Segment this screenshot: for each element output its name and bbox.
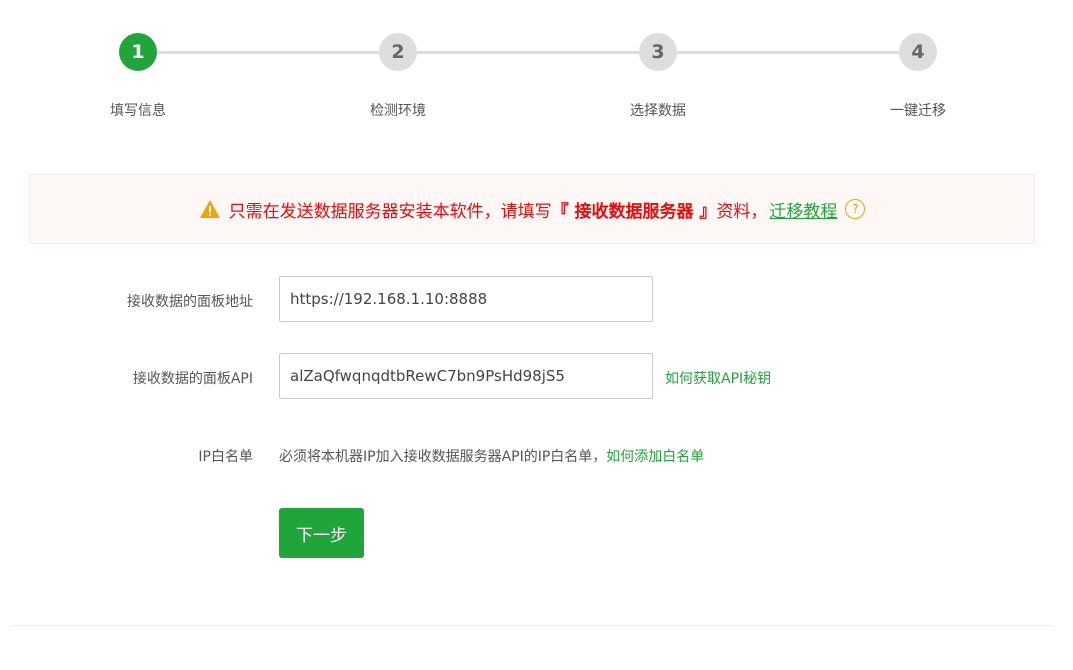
step-4-label: 一键迁移 — [890, 103, 946, 119]
migration-steps: 1 2 3 4 填写信息 检测环境 选择数据 一键迁移 — [0, 0, 1073, 130]
ip-whitelist-label: IP白名单 — [198, 449, 253, 465]
warning-triangle-icon — [199, 199, 221, 219]
step-4-indicator: 4 — [899, 33, 937, 71]
next-step-button[interactable]: 下一步 — [279, 508, 364, 558]
panel-url-label: 接收数据的面板地址 — [127, 294, 253, 310]
step-1-indicator: 1 — [119, 33, 157, 71]
warning-banner: 只需在发送数据服务器安装本软件，请填写 『 接收数据服务器 』 资料， 迁移教程… — [29, 174, 1035, 244]
step-connector — [677, 51, 899, 54]
panel-api-label: 接收数据的面板API — [132, 371, 253, 387]
step-2-label: 检测环境 — [370, 103, 426, 119]
banner-highlight: 『 接收数据服务器 』 — [551, 201, 717, 222]
add-whitelist-link[interactable]: 如何添加白名单 — [606, 449, 704, 465]
step-3-label: 选择数据 — [630, 103, 686, 119]
step-3-indicator: 3 — [639, 33, 677, 71]
step-connector — [417, 51, 639, 54]
banner-text-after: 资料， — [716, 201, 768, 222]
question-help-icon[interactable]: ? — [845, 199, 866, 219]
migration-tutorial-link[interactable]: 迁移教程 — [769, 197, 837, 222]
get-api-key-link[interactable]: 如何获取API秘钥 — [665, 368, 771, 388]
step-1-label: 填写信息 — [110, 103, 166, 119]
step-2-indicator: 2 — [379, 33, 417, 71]
panel-api-input[interactable] — [279, 353, 653, 399]
step-connector — [157, 51, 379, 54]
ip-whitelist-note: 必须将本机器IP加入接收数据服务器API的IP白名单，如何添加白名单 — [279, 446, 704, 466]
banner-text: 只需在发送数据服务器安装本软件，请填写 — [228, 201, 552, 222]
ip-whitelist-text: 必须将本机器IP加入接收数据服务器API的IP白名单， — [279, 449, 607, 465]
footer-divider — [10, 625, 1053, 626]
panel-url-input[interactable] — [279, 276, 653, 322]
